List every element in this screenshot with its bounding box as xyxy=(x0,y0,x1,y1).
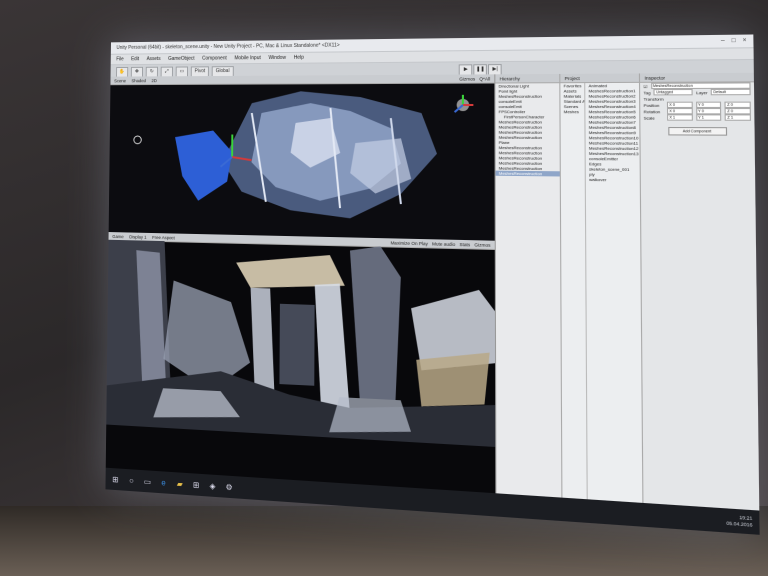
project-tab-bar: Project xyxy=(560,73,639,84)
game-reconstruction-render xyxy=(106,239,496,447)
menu-help[interactable]: Help xyxy=(294,55,304,61)
task-view-icon[interactable]: ▭ xyxy=(143,477,152,486)
transform-row-label: Position xyxy=(643,102,660,108)
hand-icon: ✋ xyxy=(119,68,126,75)
taskbar-clock[interactable]: 19:21 05.04.2016 xyxy=(726,514,752,529)
maximize-button[interactable]: □ xyxy=(732,38,736,44)
editor-main-area: Scene Shaded 2D Gizmos Q*All Game Displa… xyxy=(105,72,760,511)
game-view[interactable]: Game Display 1 Free Aspect Maximize On P… xyxy=(105,232,496,494)
project-panel: Project Favorites Assets Materials Standard… xyxy=(560,73,645,504)
step-button[interactable]: ▶| xyxy=(488,63,502,75)
layer-dropdown[interactable]: Default xyxy=(710,88,751,96)
rotate-tool-button[interactable]: ↻ xyxy=(145,66,158,77)
mute-audio-toggle[interactable]: Mute audio xyxy=(432,241,455,247)
add-component-button[interactable]: Add Component xyxy=(667,126,727,136)
edge-browser-icon[interactable]: e xyxy=(159,478,168,488)
minimize-button[interactable]: – xyxy=(721,38,725,44)
settings-icon[interactable]: ⚙ xyxy=(225,482,234,492)
shading-mode-dropdown[interactable]: Shaded xyxy=(131,78,145,83)
display-dropdown[interactable]: Display 1 xyxy=(129,234,146,239)
transform-row-label: Scale xyxy=(643,114,655,121)
menu-file[interactable]: File xyxy=(116,56,124,62)
store-icon[interactable]: ⊞ xyxy=(192,480,201,490)
scene-orientation-gizmo[interactable] xyxy=(455,95,474,112)
transform-row: Scale X 1Y 1Z 1 xyxy=(640,114,754,121)
clock-time: 19:21 xyxy=(739,514,753,522)
side-panels: Hierarchy Directional Light Point light Me… xyxy=(495,72,760,511)
gizmos-dropdown[interactable]: Gizmos xyxy=(459,76,475,81)
scale-tool-button[interactable]: ⤢ xyxy=(160,66,173,77)
projected-screen: Unity Personal (64bit) - skeleton_scene.… xyxy=(105,34,760,535)
rect-icon: ▭ xyxy=(179,68,185,75)
move-icon: ✥ xyxy=(134,68,139,75)
transform-header[interactable]: Transform xyxy=(644,96,664,101)
tab-scene[interactable]: Scene xyxy=(114,78,126,83)
scene-reconstruction-render xyxy=(109,90,495,220)
play-button[interactable]: ▶ xyxy=(459,63,473,76)
rotate-icon: ↻ xyxy=(149,68,154,75)
tag-label: Tag xyxy=(643,89,651,95)
menu-gameobject[interactable]: GameObject xyxy=(168,56,195,62)
light-icon[interactable] xyxy=(134,136,142,144)
move-tool-button[interactable]: ✥ xyxy=(130,66,144,77)
menu-window[interactable]: Window xyxy=(269,55,286,61)
transform-x-field[interactable]: X 1 xyxy=(667,114,693,121)
transform-y-field[interactable]: Y 1 xyxy=(695,114,722,121)
transform-row-label: Rotation xyxy=(643,108,661,114)
layer-label: Layer xyxy=(696,89,708,95)
menu-mobile-input[interactable]: Mobile Input xyxy=(234,55,260,61)
tab-hierarchy[interactable]: Hierarchy xyxy=(500,76,520,81)
scene-view[interactable]: Scene Shaded 2D Gizmos Q*All xyxy=(108,74,495,241)
file-explorer-icon[interactable]: ▰ xyxy=(175,479,184,489)
transform-rows: Position X 0Y 0Z 0 Rotation X 0Y 0Z 0 Scale X… xyxy=(640,101,754,121)
pivot-toggle[interactable]: Pivot xyxy=(190,65,210,77)
inspector-panel: Inspector ☑ MeshesReconstruction Tag Unt… xyxy=(640,72,760,511)
search-icon[interactable]: ○ xyxy=(127,476,136,485)
hierarchy-list: Directional Light Point light MeshesRecons… xyxy=(495,83,560,177)
clock-date: 05.04.2016 xyxy=(726,520,753,528)
hierarchy-item[interactable]: MeshesReconstruction xyxy=(495,170,560,177)
tab-inspector[interactable]: Inspector xyxy=(644,75,665,80)
hand-tool-button[interactable]: ✋ xyxy=(116,66,129,78)
tag-dropdown[interactable]: Untagged xyxy=(653,88,693,96)
tab-project[interactable]: Project xyxy=(565,75,580,80)
project-folder-tree: Favorites Assets Materials Standard Assets S… xyxy=(560,83,588,501)
menu-edit[interactable]: Edit xyxy=(131,56,139,62)
hierarchy-panel: Hierarchy Directional Light Point light Me… xyxy=(495,73,563,498)
menu-assets[interactable]: Assets xyxy=(147,56,161,62)
hierarchy-tab-bar: Hierarchy xyxy=(495,73,560,84)
game-gizmos-toggle[interactable]: Gizmos xyxy=(474,242,490,248)
project-folder-item[interactable]: Meshes xyxy=(561,109,585,114)
menu-component[interactable]: Component xyxy=(202,56,227,62)
window-controls: – □ × xyxy=(721,38,747,45)
project-asset-list: Animated MeshesReconstruction1 MeshesRecon… xyxy=(585,83,645,504)
active-checkbox[interactable]: ☑ xyxy=(643,83,647,88)
inspector-tab-bar: Inspector xyxy=(640,72,754,83)
2d-toggle[interactable]: 2D xyxy=(152,78,157,83)
window-title: Unity Personal (64bit) - skeleton_scene.… xyxy=(116,42,340,51)
view-column: Scene Shaded 2D Gizmos Q*All Game Displa… xyxy=(105,74,497,494)
windows-start-icon[interactable]: ⊞ xyxy=(111,474,120,484)
tab-game[interactable]: Game xyxy=(112,234,123,239)
scene-search-filter[interactable]: Q*All xyxy=(479,76,490,81)
selected-mesh-region xyxy=(174,130,233,202)
aspect-dropdown[interactable]: Free Aspect xyxy=(152,234,175,239)
pause-button[interactable]: ❚❚ xyxy=(473,63,488,75)
unity-icon[interactable]: ◈ xyxy=(208,481,217,491)
rect-tool-button[interactable]: ▭ xyxy=(175,66,189,77)
scale-icon: ⤢ xyxy=(164,68,169,75)
close-button[interactable]: × xyxy=(743,38,747,44)
project-asset-item[interactable]: walkover xyxy=(586,177,642,183)
stats-toggle[interactable]: Stats xyxy=(459,241,470,246)
global-toggle[interactable]: Global xyxy=(211,65,234,77)
maximize-on-play-toggle[interactable]: Maximize On Play xyxy=(391,240,428,246)
transform-z-field[interactable]: Z 1 xyxy=(724,114,752,121)
